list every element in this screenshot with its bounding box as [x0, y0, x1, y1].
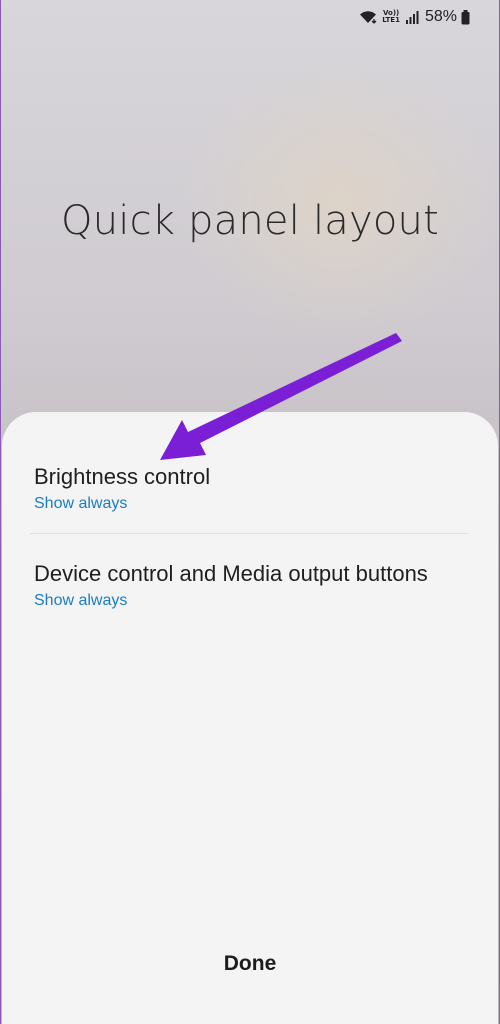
- divider: [30, 533, 468, 534]
- volte-bottom: LTE1: [382, 16, 400, 24]
- setting-item-value: Show always: [34, 592, 128, 609]
- frame-edge-left: [0, 0, 1, 1024]
- setting-item-device-control-media-output[interactable]: Device control and Media output buttons …: [34, 559, 468, 610]
- page-title: Quick panel layout: [61, 198, 439, 244]
- setting-item-value: Show always: [34, 495, 128, 512]
- signal-icon: [405, 10, 419, 24]
- volte-indicator: Vo)) LTE1: [382, 10, 400, 24]
- setting-item-title: Device control and Media output buttons: [34, 561, 428, 586]
- done-button[interactable]: Done: [2, 952, 498, 976]
- status-bar: Vo)) LTE1 58%: [359, 6, 470, 28]
- setting-item-title: Brightness control: [34, 464, 211, 489]
- wifi-icon: [359, 10, 377, 24]
- battery-percent: 58%: [424, 8, 457, 25]
- setting-item-brightness-control[interactable]: Brightness control Show always: [34, 462, 468, 513]
- battery-icon: [461, 9, 470, 25]
- bottom-sheet: Brightness control Show always Device co…: [2, 412, 498, 1024]
